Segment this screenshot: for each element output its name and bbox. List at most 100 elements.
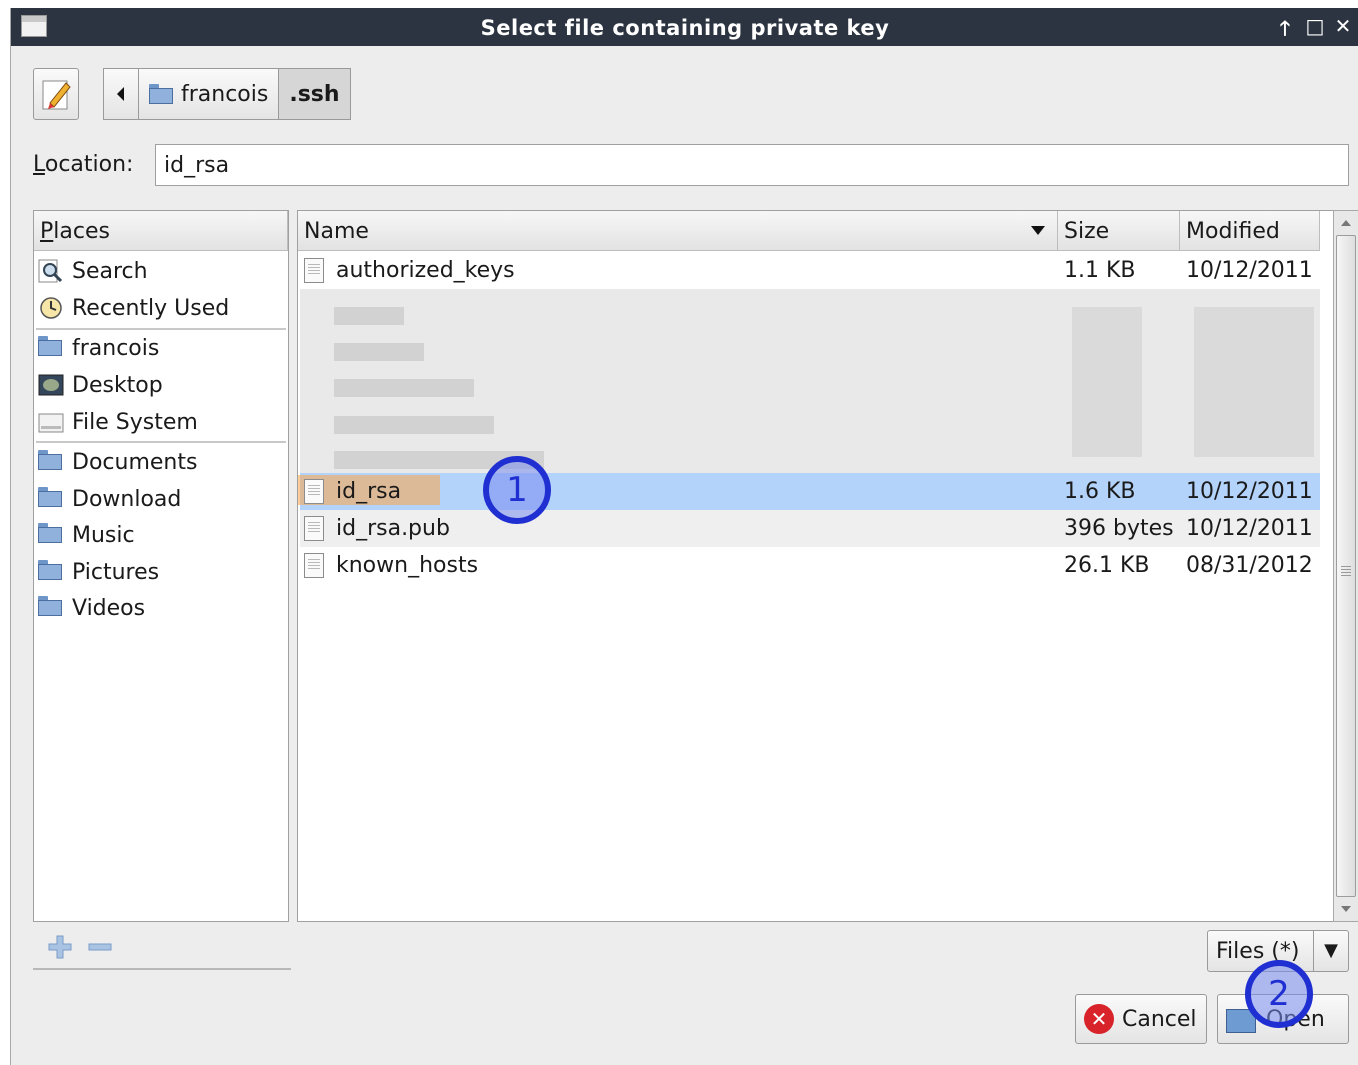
- file-modified: 10/12/2011: [1186, 258, 1313, 283]
- file-name: id_rsa.pub: [336, 516, 450, 541]
- table-row[interactable]: known_hosts 26.1 KB 08/31/2012: [300, 547, 1320, 584]
- title-bar[interactable]: Select file containing private key 🡑 □ ✕: [11, 8, 1358, 46]
- sidebar-item-label: Videos: [72, 595, 146, 621]
- sidebar-item-label: Recently Used: [72, 295, 230, 321]
- path-segment-ssh[interactable]: .ssh: [278, 68, 351, 120]
- location-input[interactable]: [155, 144, 1349, 186]
- cancel-button[interactable]: ✕ Cancel: [1075, 994, 1207, 1044]
- folder-icon: [38, 596, 64, 620]
- column-label: Size: [1064, 219, 1110, 244]
- text-file-icon: [304, 479, 324, 504]
- path-segment-francois[interactable]: francois: [138, 68, 280, 120]
- folder-icon: [38, 523, 64, 547]
- folder-icon: [38, 487, 64, 511]
- pencil-icon: [42, 80, 71, 110]
- places-header[interactable]: Places: [34, 211, 288, 251]
- dialog-title: Select file containing private key: [480, 16, 890, 40]
- search-icon: [38, 259, 63, 283]
- cancel-icon: ✕: [1084, 1004, 1114, 1034]
- maximize-button[interactable]: □: [1303, 14, 1327, 38]
- sidebar-item-label: File System: [72, 409, 198, 435]
- sidebar-item-label: Search: [72, 258, 148, 284]
- sidebar-item-recently-used[interactable]: Recently Used: [38, 290, 229, 326]
- path-bar: francois .ssh: [103, 68, 351, 120]
- column-label: Modified: [1186, 219, 1280, 244]
- file-list-scrollbar[interactable]: [1333, 210, 1358, 922]
- scroll-down-icon: [1341, 906, 1351, 912]
- drive-icon: [38, 413, 64, 433]
- redacted-block: [334, 307, 404, 325]
- file-chooser-dialog: Select file containing private key 🡑 □ ✕…: [10, 8, 1358, 1065]
- file-list: Name Size Modified authorized_keys 1.1 K…: [297, 210, 1349, 922]
- minus-icon: [88, 943, 112, 951]
- table-row[interactable]: id_rsa.pub 396 bytes 10/12/2011: [300, 510, 1320, 547]
- grip-icon: [1341, 566, 1351, 578]
- path-segment-label: francois: [181, 81, 269, 107]
- home-folder-icon: [38, 336, 64, 360]
- column-header-name[interactable]: Name: [298, 211, 1058, 251]
- sidebar-item-videos[interactable]: Videos: [38, 590, 145, 626]
- table-row[interactable]: authorized_keys 1.1 KB 10/12/2011: [300, 252, 1320, 289]
- home-folder-icon: [149, 84, 173, 104]
- remove-bookmark-button[interactable]: [87, 934, 113, 967]
- text-file-icon: [304, 516, 324, 541]
- places-sidebar: Places Search Recently Used francois Des…: [33, 210, 289, 922]
- add-bookmark-button[interactable]: [47, 934, 73, 967]
- column-header-size[interactable]: Size: [1058, 211, 1180, 251]
- sidebar-item-label: francois: [72, 335, 160, 361]
- file-modified: 10/12/2011: [1186, 479, 1313, 504]
- scrollbar-thumb[interactable]: [1336, 235, 1356, 897]
- sidebar-item-label: Download: [72, 486, 182, 512]
- redacted-block: [334, 379, 474, 397]
- file-name: id_rsa: [336, 479, 402, 504]
- location-label: Location:: [33, 152, 134, 177]
- shade-window-button[interactable]: 🡑: [1273, 14, 1297, 48]
- sidebar-item-label: Pictures: [72, 559, 160, 585]
- text-file-icon: [304, 553, 324, 578]
- redacted-block: [1194, 307, 1314, 457]
- column-label: Name: [304, 219, 369, 244]
- sidebar-item-label: Music: [72, 522, 135, 548]
- sidebar-item-francois[interactable]: francois: [38, 330, 159, 366]
- desktop-icon: [38, 374, 64, 396]
- path-back-button[interactable]: [103, 68, 139, 120]
- redacted-block: [1072, 307, 1142, 457]
- folder-icon: [38, 450, 64, 474]
- sidebar-item-music[interactable]: Music: [38, 517, 135, 553]
- annotation-badge: 1: [483, 456, 551, 524]
- clock-icon: [40, 297, 62, 319]
- sidebar-item-label: Documents: [72, 449, 198, 475]
- text-file-icon: [304, 258, 324, 283]
- file-size: 26.1 KB: [1064, 553, 1150, 578]
- sidebar-item-desktop[interactable]: Desktop: [38, 367, 163, 403]
- close-button[interactable]: ✕: [1331, 14, 1355, 38]
- sidebar-item-pictures[interactable]: Pictures: [38, 554, 159, 590]
- sidebar-item-label: Desktop: [72, 372, 163, 398]
- scroll-up-icon: [1341, 220, 1351, 226]
- column-header-modified[interactable]: Modified: [1180, 211, 1320, 251]
- places-separator: [36, 441, 286, 443]
- sidebar-item-search[interactable]: Search: [38, 253, 148, 289]
- file-modified: 10/12/2011: [1186, 516, 1313, 541]
- type-location-button[interactable]: [33, 68, 79, 120]
- file-size: 1.6 KB: [1064, 479, 1136, 504]
- table-row-selected[interactable]: id_rsa 1.6 KB 10/12/2011: [298, 473, 1320, 510]
- folder-icon: [38, 560, 64, 584]
- annotation-badge: 2: [1245, 960, 1313, 1028]
- cancel-button-label: Cancel: [1122, 1006, 1197, 1032]
- sidebar-item-download[interactable]: Download: [38, 481, 181, 517]
- plus-icon: [48, 935, 72, 959]
- file-name: known_hosts: [336, 553, 479, 578]
- chevron-down-icon: ▼: [1313, 931, 1348, 971]
- left-arrow-icon: [117, 87, 124, 101]
- redacted-block: [334, 416, 494, 434]
- file-size: 396 bytes: [1064, 516, 1174, 541]
- path-segment-label: .ssh: [289, 81, 340, 107]
- sort-descending-icon: [1031, 226, 1045, 235]
- file-modified: 08/31/2012: [1186, 553, 1313, 578]
- sidebar-item-documents[interactable]: Documents: [38, 444, 197, 480]
- sidebar-item-file-system[interactable]: File System: [38, 404, 198, 440]
- redacted-block: [334, 343, 424, 361]
- file-size: 1.1 KB: [1064, 258, 1136, 283]
- file-name: authorized_keys: [336, 258, 515, 283]
